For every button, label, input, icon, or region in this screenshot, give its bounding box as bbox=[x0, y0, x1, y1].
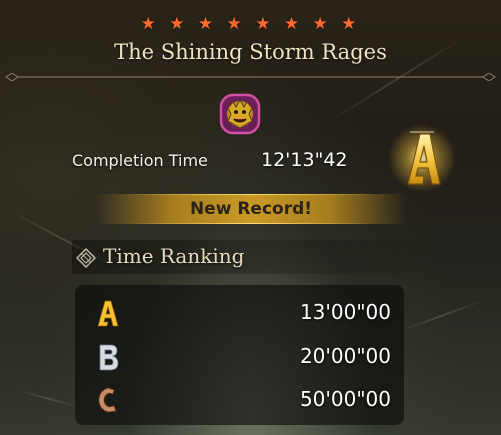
background-streak bbox=[19, 390, 79, 408]
rank-c-icon bbox=[98, 387, 117, 413]
star-icon: ★ bbox=[312, 14, 332, 34]
rank-a-badge-icon bbox=[388, 124, 456, 192]
time-ranking-panel: 13'00"00 20'00"00 50'00"00 bbox=[75, 285, 404, 425]
ornamental-divider bbox=[5, 73, 496, 81]
lion-monster-icon bbox=[219, 93, 261, 135]
rank-c-time: 50'00"00 bbox=[299, 387, 391, 411]
star-icon: ★ bbox=[226, 14, 246, 34]
rank-a-icon bbox=[97, 300, 119, 327]
star-icon: ★ bbox=[169, 14, 189, 34]
rank-a-time: 13'00"00 bbox=[299, 300, 391, 324]
background-streak bbox=[399, 299, 485, 332]
ranking-diamond-icon bbox=[76, 248, 96, 268]
quest-title: The Shining Storm Rages bbox=[114, 40, 387, 64]
rank-row-b: 20'00"00 bbox=[75, 336, 404, 376]
rank-row-c: 50'00"00 bbox=[75, 379, 404, 419]
star-icon: ★ bbox=[197, 14, 218, 34]
star-icon: ★ bbox=[341, 14, 361, 34]
time-ranking-header: Time Ranking bbox=[72, 240, 432, 274]
star-icon: ★ bbox=[140, 14, 160, 34]
completion-time-label: Completion Time bbox=[72, 151, 208, 170]
new-record-banner: New Record! bbox=[96, 194, 406, 224]
rank-b-icon bbox=[99, 344, 119, 371]
time-ranking-title: Time Ranking bbox=[103, 244, 245, 268]
rank-row-a: 13'00"00 bbox=[75, 292, 404, 332]
new-record-label: New Record! bbox=[189, 199, 313, 219]
star-icon: ★ bbox=[283, 14, 304, 34]
rank-b-time: 20'00"00 bbox=[299, 344, 391, 368]
star-icon: ★ bbox=[255, 14, 275, 34]
difficulty-stars: ★ ★ ★ ★ ★ ★ ★ ★ bbox=[0, 14, 501, 34]
completion-time-value: 12'13"42 bbox=[261, 149, 348, 171]
